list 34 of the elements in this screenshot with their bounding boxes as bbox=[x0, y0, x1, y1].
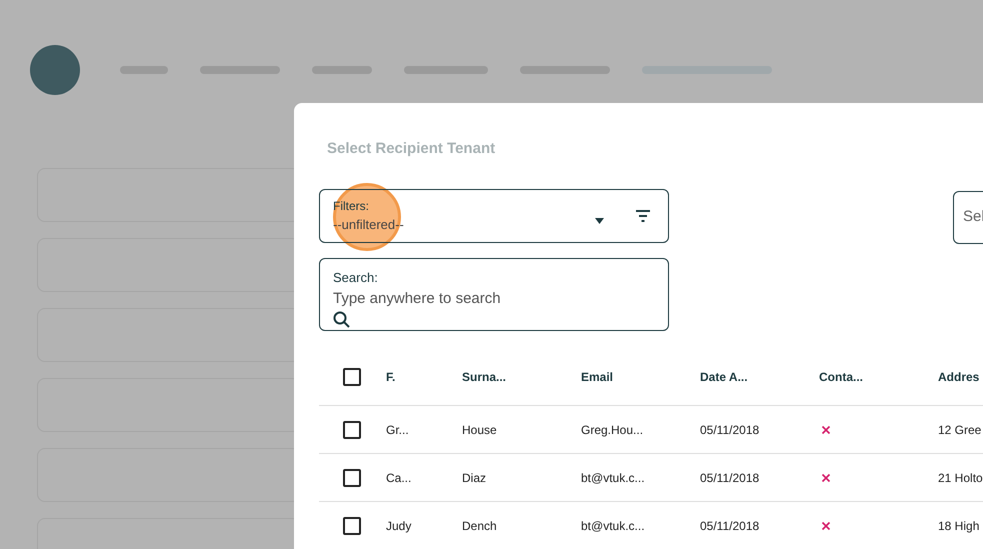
table-cell-text: 18 High bbox=[938, 518, 980, 534]
search-field[interactable]: Search: Type anywhere to search bbox=[319, 258, 669, 331]
table-cell-text: Ca... bbox=[386, 470, 412, 486]
caret-icon bbox=[595, 218, 604, 224]
table-cell-text: 05/11/2018 bbox=[700, 422, 760, 438]
checkbox[interactable] bbox=[343, 420, 361, 438]
checkbox[interactable] bbox=[343, 516, 361, 534]
column-header[interactable]: Conta... bbox=[819, 368, 863, 386]
table-cell-text: Judy bbox=[386, 518, 412, 534]
filters-label: Filters: bbox=[333, 198, 370, 216]
filter-icon[interactable] bbox=[636, 210, 650, 222]
column-header[interactable]: Addres bbox=[938, 368, 980, 386]
column-header[interactable]: F. bbox=[386, 368, 396, 386]
table-cell-text: Gr... bbox=[386, 422, 409, 438]
table-cell-text: 12 Gree bbox=[938, 422, 982, 438]
table-cell-text: 05/11/2018 bbox=[700, 470, 760, 486]
table-cell-text: Dench bbox=[462, 518, 497, 534]
column-header[interactable]: Date A... bbox=[700, 368, 748, 386]
table-cell-text: Diaz bbox=[462, 470, 486, 486]
table-cell-text: bt@vtuk.c... bbox=[581, 518, 645, 534]
checkbox[interactable] bbox=[343, 468, 361, 486]
table-cell-text: Greg.Hou... bbox=[581, 422, 644, 438]
search-input[interactable]: Type anywhere to search bbox=[333, 288, 633, 310]
table-cell-text: 05/11/2018 bbox=[700, 518, 760, 534]
search-icon bbox=[333, 311, 350, 328]
logo-icon bbox=[30, 45, 80, 95]
dialog-title: Select Recipient Tenant bbox=[327, 139, 496, 159]
search-label: Search: bbox=[333, 269, 379, 287]
table-cell-text: 21 Holto bbox=[938, 470, 983, 486]
column-header[interactable]: Email bbox=[581, 368, 614, 386]
table-cell-text: bt@vtuk.c... bbox=[581, 470, 645, 486]
checkbox[interactable] bbox=[343, 368, 361, 386]
table-cell-text: House bbox=[462, 422, 497, 438]
column-header[interactable]: Surna... bbox=[462, 368, 506, 386]
